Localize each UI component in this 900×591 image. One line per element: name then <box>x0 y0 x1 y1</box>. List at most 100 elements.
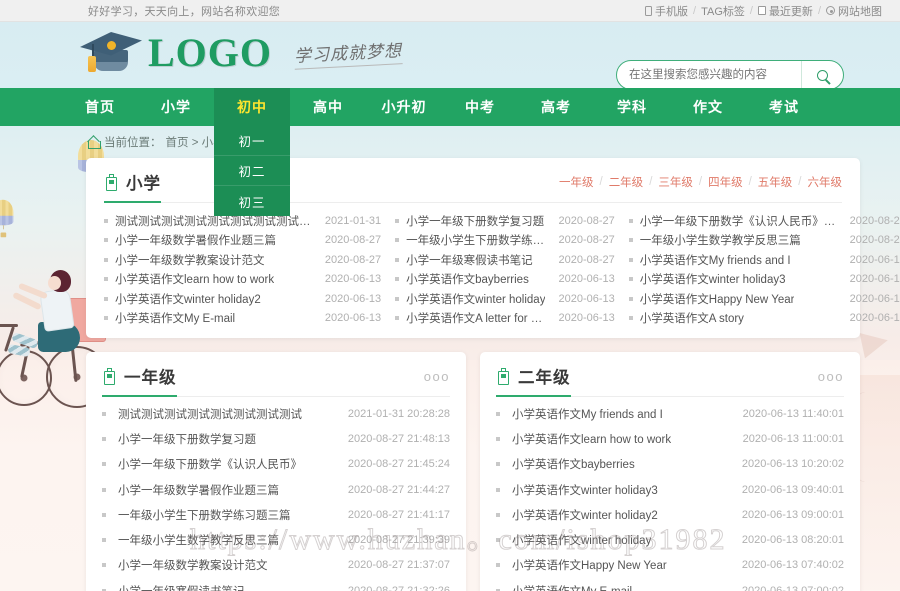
list-item[interactable]: 小学一年级下册数学复习题 2020-08-27 21:48:13 <box>102 426 450 451</box>
nav-item-zhongkao[interactable]: 中考 <box>442 88 518 126</box>
list-item[interactable]: 小学一年级数学教案设计范文 2020-08-27 <box>104 250 381 270</box>
nav-item-home[interactable]: 首页 <box>62 88 138 126</box>
list-item[interactable]: 测试测试测试测试测试测试测试测试 2021-01-31 20:28:28 <box>102 401 450 426</box>
article-date: 2020-06-13 <box>324 292 382 305</box>
list-item[interactable]: 小学一年级下册数学《认识人民币》 2020-08-27 21:45:24 <box>102 452 450 477</box>
list-item[interactable]: 小学一年级寒假读书笔记 2020-08-27 21:32:26 <box>102 578 450 591</box>
list-item[interactable]: 小学英语作文My E-mail 2020-06-13 <box>104 309 381 329</box>
search-box[interactable] <box>616 60 844 90</box>
article-date: 2020-08-27 21:37:07 <box>347 559 450 572</box>
submenu-item-grade8[interactable]: 初二 <box>214 156 290 186</box>
list-item[interactable]: 小学英语作文bayberries 2020-06-13 10:20:02 <box>496 452 844 477</box>
list-item[interactable]: 小学英语作文Happy New Year 2020-06-13 07:40:02 <box>496 553 844 578</box>
list-item[interactable]: 小学英语作文winter holiday2 2020-06-13 09:00:01 <box>496 502 844 527</box>
panel-title: 二年级 <box>496 364 571 397</box>
top-links: 手机版 / TAG标签 / 最近更新 / 网站地图 <box>645 3 882 19</box>
top-link-updates[interactable]: 最近更新 <box>757 3 813 19</box>
list-item[interactable]: 小学英语作文A letter for Mum 2020-06-13 <box>395 309 615 329</box>
list-item[interactable]: 一年级小学生数学教学反思三篇 2020-08-27 21:39:39 <box>102 527 450 552</box>
list-item[interactable]: 小学英语作文A story 2020-06-12 <box>628 309 900 329</box>
list-item[interactable]: 小学英语作文winter holiday3 2020-06-13 <box>628 270 900 290</box>
list-item[interactable]: 小学英语作文winter holiday 2020-06-13 <box>395 289 615 309</box>
list-item[interactable]: 小学英语作文learn how to work 2020-06-13 <box>104 270 381 290</box>
list-item[interactable]: 一年级小学生下册数学练习题三篇 2020-08-27 21:41:17 <box>102 502 450 527</box>
article-date: 2020-06-13 08:20:01 <box>741 534 844 547</box>
list-item[interactable]: 小学一年级数学暑假作业题三篇 2020-08-27 <box>104 231 381 251</box>
submenu-item-grade7[interactable]: 初一 <box>214 126 290 156</box>
top-link-sitemap[interactable]: 网站地图 <box>826 3 882 19</box>
list-item[interactable]: 小学英语作文bayberries 2020-06-13 <box>395 270 615 290</box>
logo[interactable]: LOGO 学习成就梦想 <box>80 30 403 76</box>
nav-item-gaokao[interactable]: 高考 <box>518 88 594 126</box>
list-item[interactable]: 小学英语作文Happy New Year 2020-06-13 <box>628 289 900 309</box>
nav-label: 中考 <box>465 99 495 115</box>
nav-item-primary[interactable]: 小学 <box>138 88 214 126</box>
list-item[interactable]: 小学一年级数学教案设计范文 2020-08-27 21:37:07 <box>102 553 450 578</box>
top-link-tag-label: TAG标签 <box>701 5 745 18</box>
article-date: 2020-06-13 <box>324 312 382 325</box>
article-column-1: 测试测试测试测试测试测试测试测试测试测试2021-01-31 小学一年级数学暑假… <box>104 211 395 328</box>
list-item[interactable]: 小学英语作文learn how to work 2020-06-13 11:00:… <box>496 426 844 451</box>
article-date: 2020-06-13 09:00:01 <box>741 508 844 521</box>
article-date: 2020-08-27 21:41:17 <box>347 508 450 521</box>
article-title: 小学英语作文A story <box>639 313 744 326</box>
more-button[interactable]: ooo <box>424 369 450 384</box>
article-title: 测试测试测试测试测试测试测试测试 <box>118 408 302 421</box>
nav-item-xiaoshengchu[interactable]: 小升初 <box>366 88 442 126</box>
grade-link-5[interactable]: 五年级 <box>758 174 793 190</box>
nav-item-senior[interactable]: 高中 <box>290 88 366 126</box>
article-title: 小学一年级数学教案设计范文 <box>118 560 268 573</box>
list-item[interactable]: 一年级小学生下册数学练习题三篇 2020-08-27 <box>395 231 615 251</box>
article-title: 小学一年级数学暑假作业题三篇 <box>118 484 279 497</box>
nav-submenu[interactable]: 初一 初二 初三 <box>214 126 290 216</box>
list-item[interactable]: 小学英语作文winter holiday 2020-06-13 08:20:01 <box>496 527 844 552</box>
article-date: 2020-06-13 <box>558 292 615 305</box>
nav-item-essays[interactable]: 作文 <box>670 88 746 126</box>
grade-separator: / <box>798 176 802 188</box>
bullet-icon <box>496 563 500 568</box>
grade1-article-list: 测试测试测试测试测试测试测试测试 2021-01-31 20:28:28 小学一年… <box>102 397 450 591</box>
bullet-icon <box>102 487 106 492</box>
list-item[interactable]: 小学英语作文winter holiday2 2020-06-13 <box>104 289 381 309</box>
grade-link-3[interactable]: 三年级 <box>658 174 693 190</box>
list-item[interactable]: 小学一年级下册数学复习题 2020-08-27 <box>395 211 615 231</box>
search-input[interactable] <box>617 61 801 89</box>
panel-header: 一年级 ooo <box>102 364 450 397</box>
search-button[interactable] <box>801 61 843 89</box>
welcome-text: 好好学习，天天向上，网站名称欢迎您 <box>88 5 281 18</box>
article-date: 2020-06-13 <box>558 273 615 286</box>
top-link-tag[interactable]: TAG标签 <box>701 3 745 19</box>
article-date: 2020-06-13 <box>324 273 382 286</box>
list-item[interactable]: 小学一年级寒假读书笔记 2020-08-27 <box>395 250 615 270</box>
grade-links[interactable]: 一年级 / 二年级 / 三年级 / 四年级 / 五年级 / 六年级 <box>559 174 842 190</box>
article-title: 一年级小学生下册数学练习题三篇 <box>118 509 291 522</box>
list-item[interactable]: 小学英语作文My friends and I 2020-06-13 <box>628 250 900 270</box>
grade-separator: / <box>649 176 653 188</box>
nav-item-exams[interactable]: 考试 <box>746 88 822 126</box>
more-button[interactable]: ooo <box>818 369 844 384</box>
nav-item-junior[interactable]: 初中 初一 初二 初三 <box>214 88 290 216</box>
nav-label: 高考 <box>541 99 571 115</box>
top-link-mobile[interactable]: 手机版 <box>645 3 688 19</box>
bullet-icon <box>102 512 106 517</box>
list-item[interactable]: 小学一年级数学暑假作业题三篇 2020-08-27 21:44:27 <box>102 477 450 502</box>
nav-label: 高中 <box>313 99 343 115</box>
nav-item-subjects[interactable]: 学科 <box>594 88 670 126</box>
list-item[interactable]: 小学英语作文My friends and I 2020-06-13 11:40:0… <box>496 401 844 426</box>
list-item[interactable]: 小学英语作文My E-mail 2020-06-13 07:00:02 <box>496 578 844 591</box>
list-item[interactable]: 小学英语作文winter holiday3 2020-06-13 09:40:01 <box>496 477 844 502</box>
link-separator: / <box>749 4 753 17</box>
search-icon <box>817 69 828 81</box>
list-item[interactable]: 小学一年级下册数学《认识人民币》教案及教 2020-08-27 <box>628 211 900 231</box>
bullet-icon <box>104 238 108 243</box>
submenu-item-grade9[interactable]: 初三 <box>214 186 290 216</box>
article-date: 2020-08-27 21:45:24 <box>347 458 450 471</box>
grade-link-2[interactable]: 二年级 <box>609 174 644 190</box>
bullet-icon <box>104 296 108 301</box>
list-item[interactable]: 一年级小学生数学教学反思三篇 2020-08-27 <box>628 231 900 251</box>
grade-link-6[interactable]: 六年级 <box>808 174 843 190</box>
grade-link-1[interactable]: 一年级 <box>559 174 594 190</box>
main-navigation[interactable]: 首页 小学 初中 初一 初二 初三 高中 小升初 中考 高考 学科 作文 考试 <box>0 88 900 216</box>
nav-label: 初中 <box>237 99 267 115</box>
grade-link-4[interactable]: 四年级 <box>708 174 743 190</box>
